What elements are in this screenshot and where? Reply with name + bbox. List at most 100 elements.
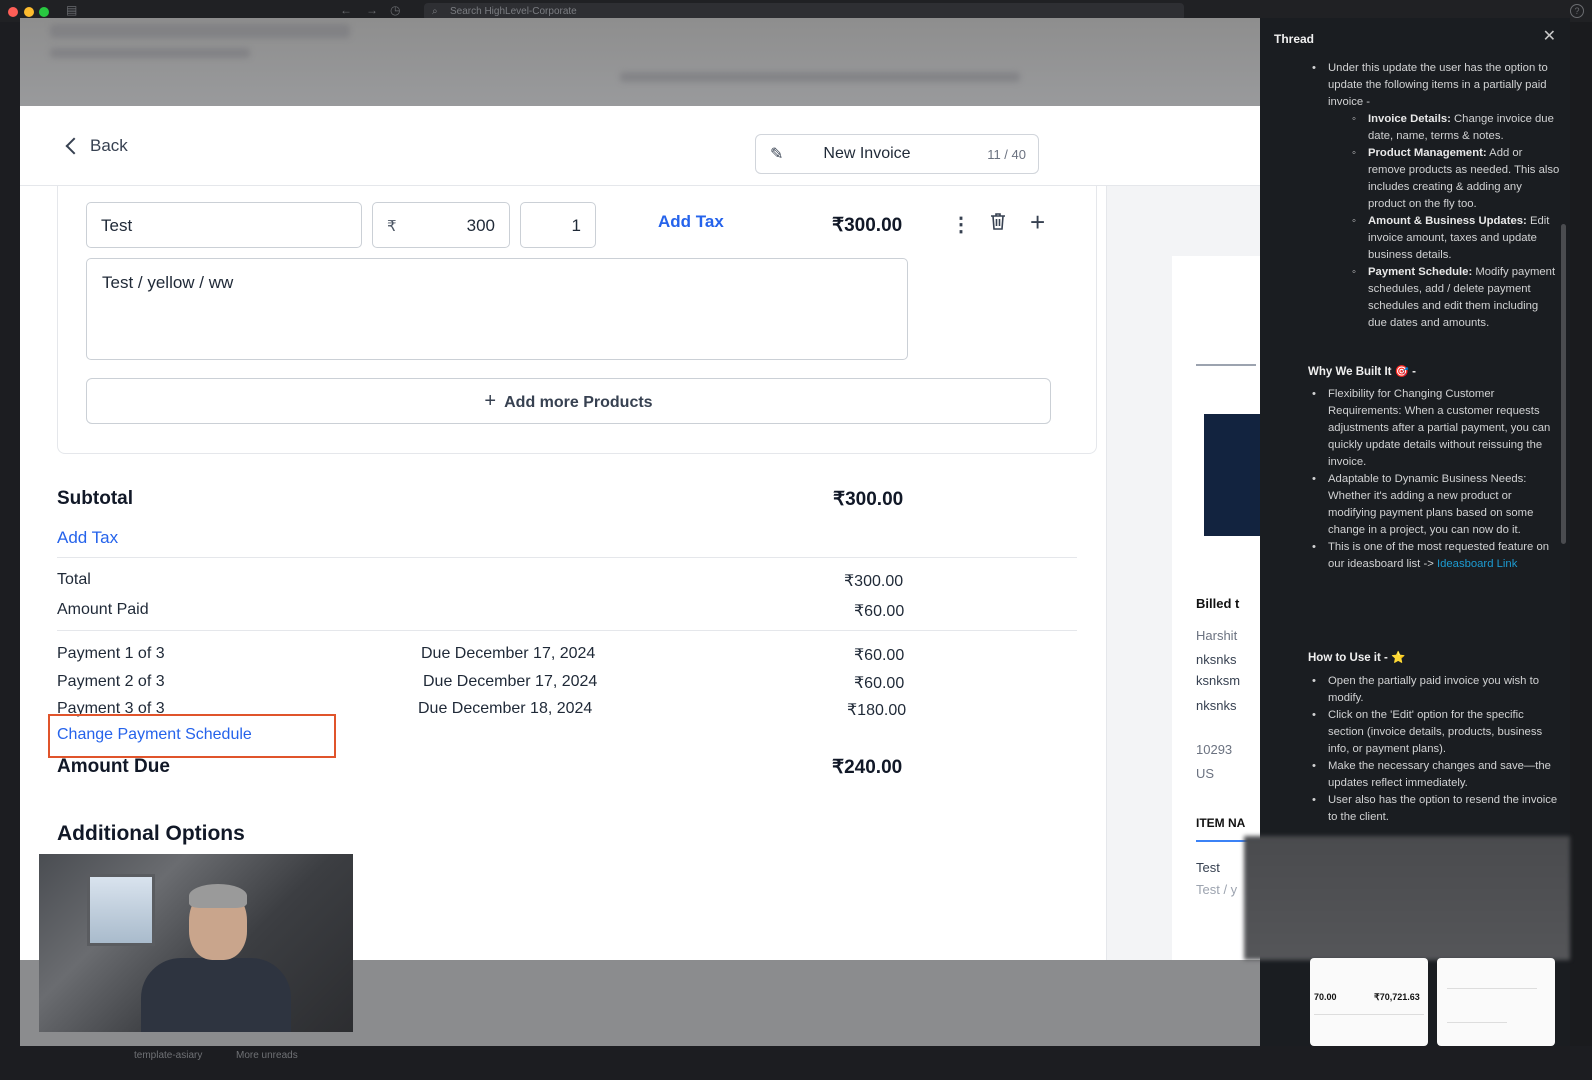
list-item: Product Management: Add or remove produc… xyxy=(1348,145,1560,213)
sidebar-toggle-icon[interactable]: ▤ xyxy=(66,3,77,17)
back-button[interactable]: Back xyxy=(64,136,128,156)
preview-item-sub: Test / y xyxy=(1196,882,1238,897)
item-title: Amount & Business Updates: xyxy=(1368,215,1527,227)
history-icon[interactable]: ◷ xyxy=(390,3,400,17)
subtotal-value: ₹300.00 xyxy=(833,489,904,510)
add-more-label: Add more Products xyxy=(504,394,653,411)
invoice-editor: Back ✎ New Invoice 11 / 40 Test ₹ 300 1 … xyxy=(20,106,1260,974)
product-name-input[interactable]: Test xyxy=(86,202,362,248)
list-item: Adaptable to Dynamic Business Needs: Whe… xyxy=(1308,471,1560,539)
highlight-annotation xyxy=(48,714,336,758)
help-icon[interactable]: ? xyxy=(1570,4,1584,18)
amount-due-label: Amount Due xyxy=(57,756,170,777)
price-value: 300 xyxy=(466,216,495,235)
editor-topbar: Back ✎ New Invoice 11 / 40 xyxy=(20,106,1260,186)
zoom-window-button[interactable] xyxy=(39,7,49,17)
attachment-thumbnail[interactable] xyxy=(1437,958,1555,1046)
thread-title: Thread xyxy=(1274,32,1315,46)
list-item: This is one of the most requested featur… xyxy=(1308,539,1560,573)
subtotal-label: Subtotal xyxy=(57,488,133,509)
billed-line: Harshit xyxy=(1196,628,1238,643)
thread-scrollbar[interactable] xyxy=(1561,224,1566,544)
close-icon[interactable]: ✕ xyxy=(1543,28,1556,45)
list-item: User also has the option to resend the i… xyxy=(1308,792,1560,826)
thread-message: Under this update the user has the optio… xyxy=(1308,60,1560,332)
billed-line: 10293 xyxy=(1196,742,1233,757)
amount-paid-value: ₹60.00 xyxy=(854,603,905,620)
billed-line: ksnksm xyxy=(1196,673,1241,688)
currency-symbol: ₹ xyxy=(387,218,397,235)
thread-header: Thread ✕ xyxy=(1260,18,1570,58)
forward-arrow-icon[interactable]: → xyxy=(366,3,378,17)
pencil-icon: ✎ xyxy=(770,146,784,163)
item-title: Invoice Details: xyxy=(1368,113,1451,125)
billed-line: nksnks xyxy=(1196,652,1237,667)
why-list: Flexibility for Changing Customer Requir… xyxy=(1308,386,1560,573)
payment-amount: ₹180.00 xyxy=(847,702,907,719)
billed-line: nksnks xyxy=(1196,698,1237,713)
list-item: Amount & Business Updates: Edit invoice … xyxy=(1348,213,1560,264)
back-arrow-icon[interactable]: ← xyxy=(340,3,352,17)
billed-to-label: Billed t xyxy=(1196,596,1240,611)
attachment-thumbnail[interactable]: 70.00 ₹70,721.63 xyxy=(1310,958,1428,1046)
quantity-input[interactable]: 1 xyxy=(520,202,596,248)
why-heading: Why We Built It 🎯 - xyxy=(1308,366,1417,378)
ideasboard-link[interactable]: Ideasboard Link xyxy=(1437,558,1517,570)
list-item: Payment Schedule: Modify payment schedul… xyxy=(1348,264,1560,332)
item-header: ITEM NA xyxy=(1196,816,1246,830)
intro-text: Under this update the user has the optio… xyxy=(1328,62,1548,108)
thumb-value: 70.00 xyxy=(1314,992,1337,1002)
add-tax-link[interactable]: Add Tax xyxy=(658,212,724,232)
invoice-name: New Invoice xyxy=(823,145,911,162)
left-gutter xyxy=(0,22,20,1080)
item-title: Payment Schedule: xyxy=(1368,266,1473,278)
blurred-overlay xyxy=(1244,836,1570,960)
list-item: Under this update the user has the optio… xyxy=(1308,60,1560,332)
amount-due-value: ₹240.00 xyxy=(832,757,903,778)
channel-label[interactable]: template-asiary xyxy=(134,1050,202,1061)
char-count: 11 / 40 xyxy=(987,146,1026,162)
thumb-value: ₹70,721.63 xyxy=(1374,992,1420,1002)
search-placeholder: Search HighLevel-Corporate xyxy=(450,6,577,17)
total-label: Total xyxy=(57,571,91,588)
more-unreads-button[interactable]: More unreads xyxy=(236,1050,298,1061)
item-title: Product Management: xyxy=(1368,147,1487,159)
logo-banner xyxy=(1204,414,1260,536)
quantity-value: 1 xyxy=(571,216,581,235)
blurred-header xyxy=(20,18,1260,106)
payment-due: Due December 17, 2024 xyxy=(421,645,596,662)
list-item: Click on the 'Edit' option for the speci… xyxy=(1308,707,1560,758)
payment-due: Due December 18, 2024 xyxy=(418,700,593,717)
payment-due: Due December 17, 2024 xyxy=(423,673,598,690)
list-item: Flexibility for Changing Customer Requir… xyxy=(1308,386,1560,471)
close-window-button[interactable] xyxy=(8,7,18,17)
product-card: Test ₹ 300 1 Add Tax ₹300.00 ⋮ + Test / … xyxy=(57,186,1097,454)
amount-paid-label: Amount Paid xyxy=(57,601,149,618)
divider xyxy=(57,557,1077,558)
how-heading: How to Use it - ⭐ xyxy=(1308,652,1406,664)
add-line-icon[interactable]: + xyxy=(1030,207,1045,238)
minimize-window-button[interactable] xyxy=(24,7,34,17)
total-value: ₹300.00 xyxy=(844,573,904,590)
payment-label: Payment 1 of 3 xyxy=(57,645,165,662)
invoice-name-field[interactable]: ✎ New Invoice 11 / 40 xyxy=(755,134,1039,174)
chevron-left-icon xyxy=(65,137,83,155)
price-input[interactable]: ₹ 300 xyxy=(372,202,510,248)
trash-icon[interactable] xyxy=(990,212,1006,230)
webcam-video xyxy=(39,854,353,1032)
product-description-textarea[interactable]: Test / yellow / ww xyxy=(86,258,908,360)
payment-label: Payment 2 of 3 xyxy=(57,673,165,690)
list-item: Make the necessary changes and save—the … xyxy=(1308,758,1560,792)
workspace-footer: template-asiary More unreads xyxy=(0,1046,1592,1080)
preview-item-name: Test xyxy=(1196,860,1220,875)
payment-amount: ₹60.00 xyxy=(854,647,905,664)
more-options-icon[interactable]: ⋮ xyxy=(951,212,971,237)
add-tax-summary-link[interactable]: Add Tax xyxy=(57,528,118,548)
add-more-products-button[interactable]: + Add more Products xyxy=(86,378,1051,424)
list-item: Open the partially paid invoice you wish… xyxy=(1308,673,1560,707)
plus-icon: + xyxy=(484,390,497,412)
line-total: ₹300.00 xyxy=(832,215,903,236)
list-item: Invoice Details: Change invoice due date… xyxy=(1348,111,1560,145)
how-list: Open the partially paid invoice you wish… xyxy=(1308,673,1560,826)
back-label: Back xyxy=(90,136,128,155)
